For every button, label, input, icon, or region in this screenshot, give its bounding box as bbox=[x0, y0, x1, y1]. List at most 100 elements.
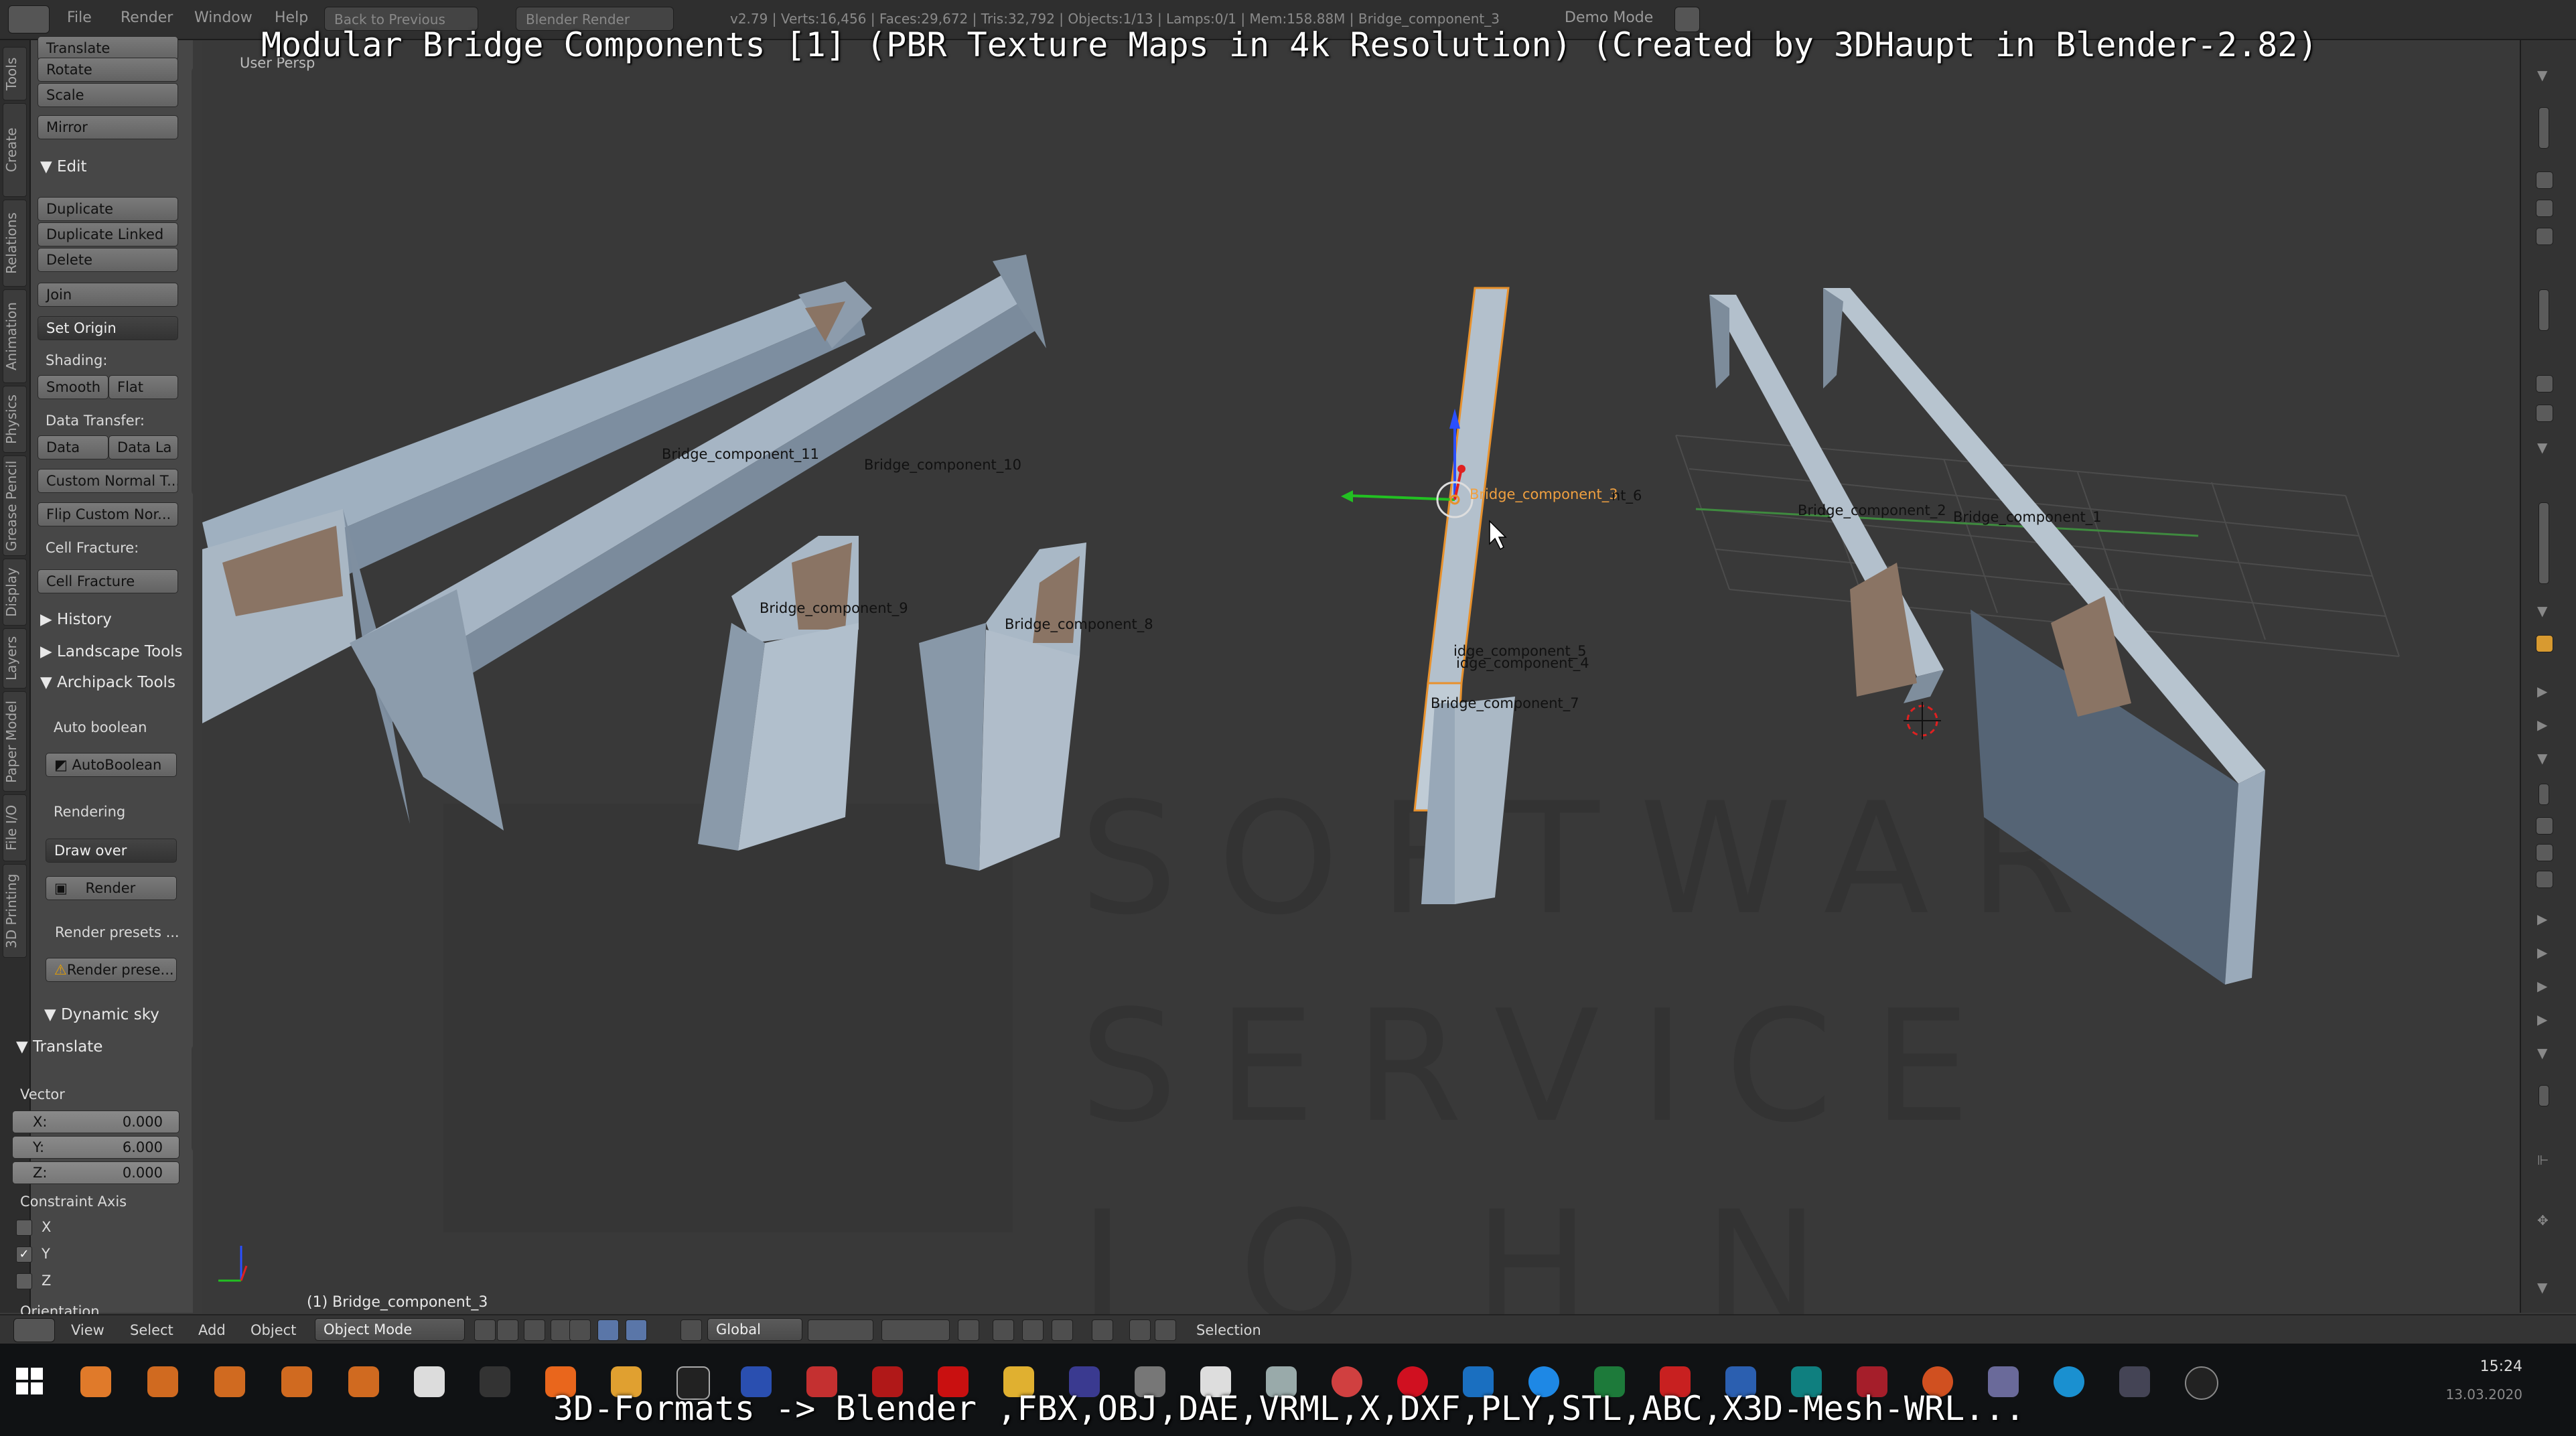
tab-grease-pencil[interactable]: Grease Pencil bbox=[3, 455, 27, 556]
draw-over-select[interactable]: Draw over bbox=[46, 839, 177, 863]
demo-mode-label[interactable]: Demo Mode bbox=[1565, 9, 1653, 26]
shading-mode-button[interactable] bbox=[474, 1319, 496, 1341]
blender-icon-4[interactable] bbox=[281, 1366, 312, 1397]
snap-target-button[interactable] bbox=[1052, 1319, 1073, 1341]
bridge-component-8-mesh[interactable] bbox=[919, 543, 1086, 871]
snap-button[interactable] bbox=[993, 1319, 1014, 1341]
lock-toggle[interactable] bbox=[2536, 228, 2553, 245]
scale-manipulator-button[interactable] bbox=[681, 1319, 702, 1341]
3d-cursor-icon[interactable] bbox=[1904, 702, 1941, 739]
mirror-button[interactable]: Mirror bbox=[38, 115, 178, 139]
arrow-right-icon-4[interactable]: ▶ bbox=[2537, 944, 2547, 960]
slot-3[interactable] bbox=[2536, 871, 2553, 888]
landscape-panel-header[interactable]: ▶ Landscape Tools bbox=[40, 643, 183, 660]
slot-1[interactable] bbox=[2536, 817, 2553, 835]
editor-type-button[interactable] bbox=[8, 5, 50, 33]
smooth-button[interactable]: Smooth bbox=[38, 375, 109, 399]
taskbar-clock[interactable]: 15:24 bbox=[2480, 1358, 2522, 1375]
shading-dropdown[interactable] bbox=[497, 1319, 518, 1341]
duplicate-button[interactable]: Duplicate bbox=[38, 197, 178, 221]
arrow-right-icon-3[interactable]: ▶ bbox=[2537, 911, 2547, 927]
opengl-render-button[interactable] bbox=[1129, 1319, 1151, 1341]
data-layers-button[interactable]: Data La bbox=[109, 435, 178, 459]
3d-viewport[interactable]: SOFTWARE SERVICE JOHN User Persp Bridge_… bbox=[202, 40, 2520, 1314]
vector-x-field[interactable]: X: 0.000 bbox=[12, 1110, 180, 1133]
menu-window[interactable]: Window bbox=[194, 9, 253, 26]
tab-3d-printing[interactable]: 3D Printing bbox=[3, 864, 27, 958]
history-panel-header[interactable]: ▶ History bbox=[40, 611, 112, 628]
render-preview-button[interactable] bbox=[1092, 1319, 1113, 1341]
opengl-animation-button[interactable] bbox=[1155, 1319, 1176, 1341]
menu-view[interactable]: View bbox=[71, 1322, 104, 1338]
vector-z-field[interactable]: Z: 0.000 bbox=[12, 1161, 180, 1184]
constraint-y-checkbox[interactable]: ✓ Y bbox=[16, 1246, 50, 1263]
flat-button[interactable]: Flat bbox=[109, 375, 178, 399]
tab-paper-model[interactable]: Paper Model bbox=[3, 691, 27, 792]
small-toggle-2[interactable] bbox=[2538, 1085, 2549, 1106]
mirror-icon[interactable]: ⊩ bbox=[2537, 1152, 2549, 1168]
small-toggle[interactable] bbox=[2538, 784, 2549, 805]
menu-object[interactable]: Object bbox=[251, 1322, 296, 1338]
delete-button[interactable]: Delete bbox=[38, 248, 178, 272]
arrow-right-icon[interactable]: ▶ bbox=[2537, 683, 2547, 699]
archipack-panel-header[interactable]: ▼ Archipack Tools bbox=[40, 674, 175, 691]
blender-icon-5[interactable] bbox=[348, 1366, 379, 1397]
tab-tools[interactable]: Tools bbox=[3, 47, 27, 100]
bridge-component-3-mesh[interactable] bbox=[1413, 287, 1515, 904]
rotate-button[interactable]: Rotate bbox=[38, 58, 178, 82]
layer-buttons-2[interactable] bbox=[881, 1319, 950, 1341]
pivot-point-button[interactable] bbox=[524, 1319, 545, 1341]
arrow-down-icon-3[interactable]: ▼ bbox=[2537, 1045, 2547, 1061]
autoboolean-button[interactable]: ◩ AutoBoolean bbox=[46, 753, 177, 777]
snap-element-button[interactable] bbox=[1022, 1319, 1044, 1341]
constraint-x-checkbox[interactable]: X bbox=[16, 1219, 51, 1236]
translate-manipulator-button[interactable] bbox=[597, 1319, 619, 1341]
menu-select[interactable]: Select bbox=[130, 1322, 173, 1338]
bridge-component-9-mesh[interactable] bbox=[698, 536, 859, 851]
manipulator-toggle[interactable] bbox=[569, 1319, 591, 1341]
tab-physics[interactable]: Physics bbox=[3, 386, 27, 453]
tab-display[interactable]: Display bbox=[3, 559, 27, 626]
bird-app-icon[interactable] bbox=[480, 1366, 510, 1397]
edit-panel-header[interactable]: ▼ Edit bbox=[40, 158, 87, 175]
app-icon-circle[interactable] bbox=[2185, 1366, 2218, 1400]
vertical-slider[interactable] bbox=[2538, 107, 2549, 149]
slot-2[interactable] bbox=[2536, 844, 2553, 861]
object-mode-select[interactable]: Object Mode bbox=[315, 1318, 465, 1341]
blender-icon[interactable] bbox=[80, 1366, 111, 1397]
skype-icon[interactable] bbox=[2054, 1366, 2084, 1397]
translate-operator-header[interactable]: ▼ Translate bbox=[16, 1038, 102, 1056]
vector-y-field[interactable]: Y: 6.000 bbox=[12, 1136, 180, 1159]
vertical-slider-2[interactable] bbox=[2538, 289, 2549, 331]
box-app-icon[interactable] bbox=[414, 1366, 445, 1397]
tab-relations[interactable]: Relations bbox=[3, 200, 27, 287]
set-origin-select[interactable]: Set Origin bbox=[38, 316, 178, 340]
editor-type-button-3d[interactable] bbox=[13, 1318, 55, 1342]
menu-file[interactable]: File bbox=[67, 9, 92, 26]
cell-fracture-button[interactable]: Cell Fracture bbox=[38, 569, 178, 593]
menu-help[interactable]: Help bbox=[275, 9, 308, 26]
arrow-right-icon-6[interactable]: ▶ bbox=[2537, 1011, 2547, 1027]
render-presets-button[interactable]: ⚠Render prese... bbox=[46, 958, 177, 982]
blender-icon-3[interactable] bbox=[214, 1366, 245, 1397]
render-button[interactable]: ▣ Render bbox=[46, 876, 177, 900]
flip-custom-normals-button[interactable]: Flip Custom Nor... bbox=[38, 502, 178, 526]
operator-panel-scrollbar[interactable] bbox=[192, 1045, 201, 1152]
app-icon-dark[interactable] bbox=[2119, 1366, 2150, 1397]
menu-add[interactable]: Add bbox=[198, 1322, 226, 1338]
layer-icon[interactable] bbox=[2536, 171, 2553, 189]
transform-gizmo[interactable] bbox=[1341, 409, 1474, 518]
proportional-edit-button[interactable] bbox=[958, 1319, 979, 1341]
menu-render[interactable]: Render bbox=[121, 9, 173, 26]
custom-normal-button[interactable]: Custom Normal T... bbox=[38, 469, 178, 493]
collapse-arrow-icon[interactable]: ▼ bbox=[2537, 439, 2547, 455]
blender-icon-2[interactable] bbox=[147, 1366, 178, 1397]
tool-shelf-scrollbar[interactable] bbox=[192, 67, 201, 496]
tab-file-io[interactable]: File I/O bbox=[3, 794, 27, 861]
x-axis-handle-icon[interactable] bbox=[1457, 465, 1465, 473]
tab-create[interactable]: Create bbox=[3, 103, 27, 197]
arrow-right-icon-2[interactable]: ▶ bbox=[2537, 717, 2547, 733]
join-button[interactable]: Join bbox=[38, 283, 178, 307]
translate-button[interactable]: Translate bbox=[38, 36, 178, 60]
arrow-down-icon-4[interactable]: ▼ bbox=[2537, 1279, 2547, 1295]
